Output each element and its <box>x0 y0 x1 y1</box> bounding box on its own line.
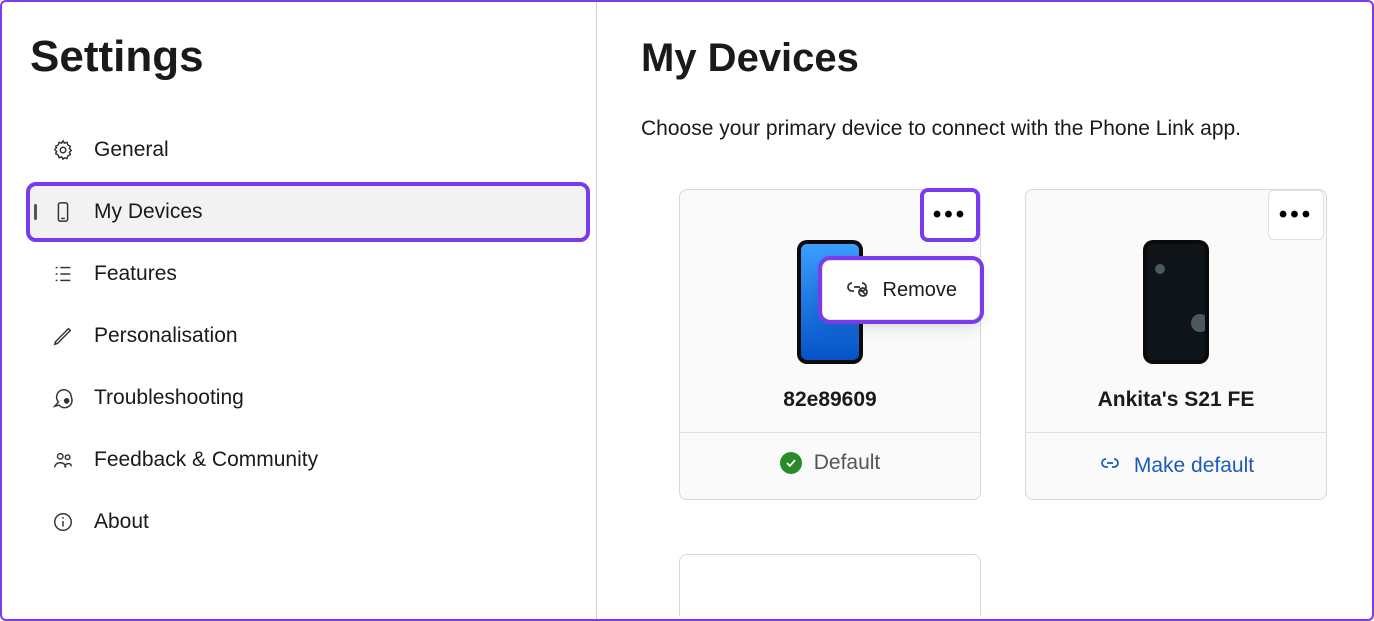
link-icon <box>1098 451 1122 481</box>
sidebar-item-my-devices[interactable]: My Devices <box>30 186 586 238</box>
main-content: My Devices Choose your primary device to… <box>597 2 1372 619</box>
sidebar-item-about[interactable]: About <box>30 496 586 548</box>
device-name: 82e89609 <box>783 388 876 412</box>
device-footer-label: Make default <box>1134 454 1254 478</box>
sidebar-item-general[interactable]: General <box>30 124 586 176</box>
sidebar-item-feedback-community[interactable]: Feedback & Community <box>30 434 586 486</box>
page-subtitle: Choose your primary device to connect wi… <box>641 117 1328 141</box>
phone-icon <box>52 201 74 223</box>
phone-screen <box>1147 244 1205 360</box>
more-dots-icon: ••• <box>933 203 967 227</box>
settings-sidebar: Settings General My Devices Features Per… <box>2 2 597 619</box>
device-card-top: ••• Ankita's S21 FE <box>1026 190 1326 432</box>
remove-menu-item[interactable]: Remove <box>827 265 975 315</box>
info-icon <box>52 511 74 533</box>
sidebar-item-label: Personalisation <box>94 324 238 348</box>
list-icon <box>52 263 74 285</box>
make-default-button[interactable]: Make default <box>1026 432 1326 499</box>
more-dots-icon: ••• <box>1279 203 1313 227</box>
more-options-button[interactable]: ••• <box>922 190 978 240</box>
check-circle-icon <box>780 452 802 474</box>
sidebar-item-label: About <box>94 510 149 534</box>
bubble-question-icon: ? <box>52 387 74 409</box>
device-card: ••• Remove 82e89609 <box>679 189 981 500</box>
people-icon <box>52 449 74 471</box>
device-name: Ankita's S21 FE <box>1098 388 1255 412</box>
device-card-partial <box>679 554 981 616</box>
unlink-icon <box>845 275 869 305</box>
more-options-button[interactable]: ••• <box>1268 190 1324 240</box>
device-phone-thumbnail <box>1143 240 1209 364</box>
sidebar-item-features[interactable]: Features <box>30 248 586 300</box>
settings-title: Settings <box>30 32 586 82</box>
pen-icon <box>52 325 74 347</box>
sidebar-item-label: My Devices <box>94 200 203 224</box>
devices-row: ••• Remove 82e89609 <box>641 189 1328 500</box>
remove-label: Remove <box>883 279 957 302</box>
sidebar-item-label: Feedback & Community <box>94 448 318 472</box>
page-title: My Devices <box>641 36 1328 81</box>
device-context-menu: Remove <box>822 260 980 320</box>
device-card: ••• Ankita's S21 FE Make default <box>1025 189 1327 500</box>
sidebar-item-troubleshooting[interactable]: ? Troubleshooting <box>30 372 586 424</box>
sidebar-item-label: Troubleshooting <box>94 386 244 410</box>
device-footer-label: Default <box>814 451 881 475</box>
sidebar-item-label: Features <box>94 262 177 286</box>
device-default-badge: Default <box>680 432 980 493</box>
sidebar-item-label: General <box>94 138 169 162</box>
gear-icon <box>52 139 74 161</box>
sidebar-item-personalisation[interactable]: Personalisation <box>30 310 586 362</box>
svg-text:?: ? <box>65 399 68 404</box>
device-card-top: ••• Remove 82e89609 <box>680 190 980 432</box>
